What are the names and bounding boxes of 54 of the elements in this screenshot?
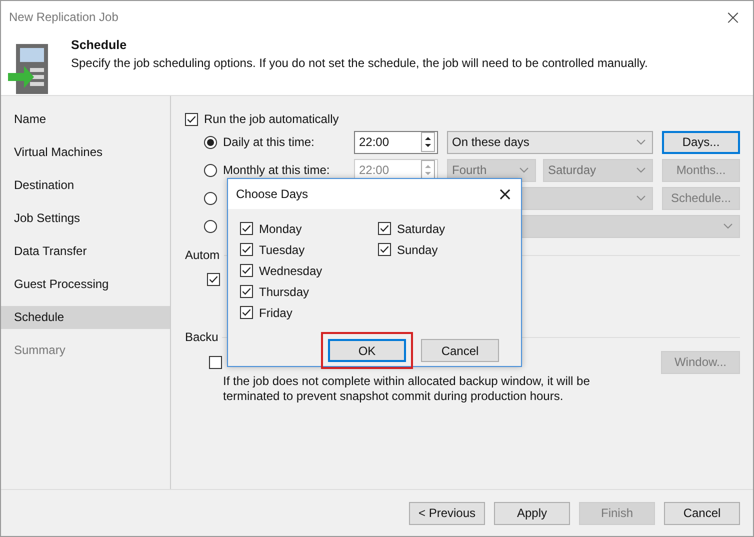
checkbox[interactable] bbox=[240, 264, 253, 277]
checkbox-label: Tuesday bbox=[259, 242, 305, 256]
action-button[interactable]: Days... bbox=[662, 130, 740, 154]
checkbox[interactable] bbox=[240, 285, 253, 298]
sidebar-item[interactable]: Data Transfer bbox=[1, 240, 170, 263]
page-title: Schedule bbox=[71, 38, 128, 52]
checkbox[interactable] bbox=[185, 112, 198, 126]
close-button[interactable]: × bbox=[713, 2, 753, 32]
checkbox[interactable] bbox=[240, 243, 253, 256]
radio-button[interactable] bbox=[204, 192, 217, 204]
window-title: New Replication Job bbox=[9, 10, 118, 24]
section-heading: Backu bbox=[185, 330, 218, 344]
radio-label: Monthly at this time: bbox=[223, 163, 330, 177]
sidebar-item[interactable]: Name bbox=[1, 108, 170, 131]
checkbox-label: Friday bbox=[259, 306, 292, 320]
checkbox[interactable] bbox=[240, 222, 253, 235]
section-heading: Autom bbox=[185, 248, 220, 262]
checkbox[interactable] bbox=[378, 243, 391, 256]
checkbox-label: Monday bbox=[259, 222, 302, 236]
radio-button[interactable] bbox=[204, 136, 217, 148]
chevron-icon bbox=[723, 223, 733, 229]
chevron-icon bbox=[636, 195, 646, 201]
footer-button[interactable]: Apply bbox=[494, 502, 570, 524]
sidebar-item[interactable]: Schedule bbox=[1, 306, 170, 329]
sidebar-item[interactable]: Destination bbox=[1, 174, 170, 197]
sidebar-item[interactable]: Guest Processing bbox=[1, 273, 170, 296]
checkbox[interactable] bbox=[240, 306, 253, 319]
checkbox-label: Wednesday bbox=[259, 264, 322, 278]
page-description: Specify the job scheduling options. If you do not set the schedule, the job will need to be controlled manually. bbox=[71, 56, 648, 70]
checkbox-label: Thursday bbox=[259, 284, 310, 298]
radio-label: Daily at this time: bbox=[223, 135, 314, 149]
footer-button[interactable]: < Previous bbox=[409, 502, 485, 524]
checkbox-label: Saturday bbox=[397, 222, 446, 236]
chevron-icon bbox=[636, 139, 646, 145]
checkbox[interactable] bbox=[207, 272, 220, 286]
footer-button[interactable]: Cancel bbox=[664, 502, 740, 524]
checkbox-label: Run the job automatically bbox=[204, 112, 339, 126]
dialog-title: Choose Days bbox=[236, 187, 308, 201]
spinner-icon[interactable] bbox=[421, 132, 435, 152]
time-field[interactable]: 22:00 bbox=[354, 130, 438, 154]
dialog-button[interactable]: Cancel bbox=[421, 339, 499, 362]
sidebar-item[interactable]: Job Settings bbox=[1, 207, 170, 230]
chevron-icon bbox=[519, 167, 529, 173]
dialog-button[interactable]: OK bbox=[328, 339, 406, 362]
checkbox-label: Sunday bbox=[397, 242, 438, 256]
checkbox[interactable] bbox=[378, 222, 391, 235]
dropdown[interactable]: On these days bbox=[447, 130, 653, 154]
close-button[interactable]: × bbox=[489, 180, 521, 208]
chevron-icon bbox=[636, 167, 646, 173]
radio-button[interactable] bbox=[204, 220, 217, 232]
radio-button[interactable] bbox=[204, 164, 217, 176]
checkbox[interactable] bbox=[209, 356, 222, 368]
note-text: If the job does not complete within allocated backup window, it will be terminated to prevent snapshot commit during production hours. bbox=[223, 374, 591, 404]
sidebar-item[interactable]: Virtual Machines bbox=[1, 141, 170, 164]
